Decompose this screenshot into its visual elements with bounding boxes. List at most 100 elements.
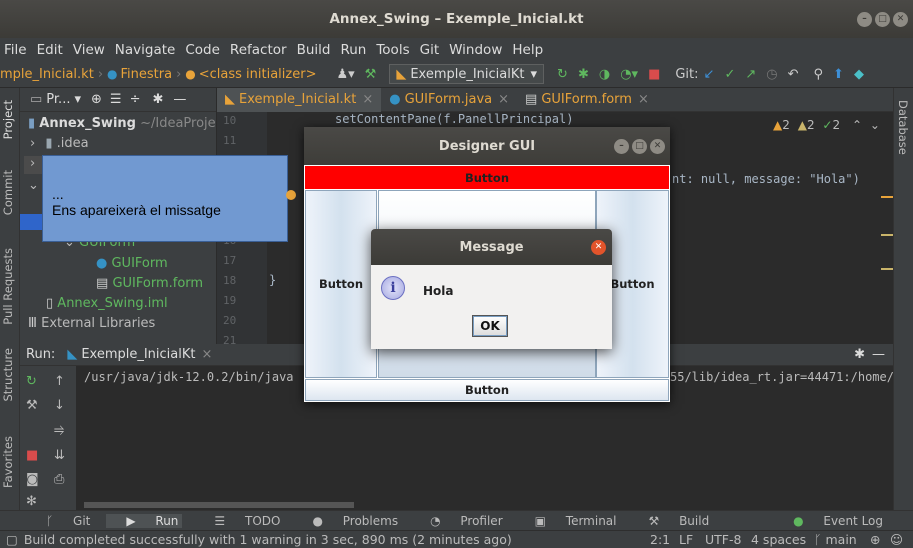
tab-profiler[interactable]: ◔ Profiler bbox=[414, 514, 503, 528]
git-push-icon[interactable]: ↗ bbox=[745, 67, 756, 82]
breadcrumb-file[interactable]: mple_Inicial.kt bbox=[0, 67, 94, 82]
print-icon[interactable]: ⎙ bbox=[54, 472, 64, 487]
tree-item-collapsed[interactable]: › bbox=[24, 156, 44, 174]
close-icon[interactable]: × bbox=[498, 92, 509, 107]
tab-terminal[interactable]: ▣ Terminal bbox=[519, 514, 617, 528]
close-icon[interactable]: × bbox=[362, 92, 373, 107]
menu-tools[interactable]: Tools bbox=[376, 42, 409, 58]
menu-build[interactable]: Build bbox=[297, 42, 331, 58]
close-icon[interactable]: ✕ bbox=[893, 12, 908, 27]
stop-icon[interactable]: ■ bbox=[648, 67, 660, 82]
history-icon[interactable]: ◷ bbox=[766, 67, 777, 82]
indent-setting[interactable]: 4 spaces bbox=[751, 532, 806, 547]
menu-help[interactable]: Help bbox=[512, 42, 543, 58]
event-log-button[interactable]: ● Event Log bbox=[777, 514, 883, 528]
chevron-up-icon[interactable]: ⌃ bbox=[852, 118, 862, 132]
inspection-widget[interactable]: ▲2 ▲2 ✓2 ⌃ ⌄ bbox=[773, 118, 880, 132]
coverage-icon[interactable]: ◑ bbox=[599, 67, 610, 82]
file-encoding[interactable]: UTF-8 bbox=[705, 532, 741, 547]
code-line[interactable]: setContentPane(f.PanellPrincipal) bbox=[335, 112, 573, 126]
breadcrumb-class[interactable]: Finestra bbox=[121, 67, 173, 82]
menu-code[interactable]: Code bbox=[185, 42, 220, 58]
tree-item-gui-class[interactable]: ● GUIForm bbox=[96, 256, 168, 271]
soft-wrap-icon[interactable]: ⥤ bbox=[54, 422, 64, 437]
tree-item-iml[interactable]: ▯ Annex_Swing.iml bbox=[46, 296, 168, 311]
hammer-icon[interactable]: ⚒ bbox=[365, 67, 377, 82]
rollback-icon[interactable]: ↶ bbox=[788, 67, 799, 82]
run-config-selector[interactable]: ◣ Exemple_InicialKt ▾ bbox=[389, 64, 545, 84]
gear-icon[interactable]: ✱ bbox=[854, 347, 865, 362]
profile-icon[interactable]: ◔▾ bbox=[620, 67, 638, 82]
chevron-down-icon[interactable]: ⌄ bbox=[870, 118, 880, 132]
horizontal-scrollbar[interactable] bbox=[84, 502, 354, 508]
top-button[interactable]: Button bbox=[305, 166, 669, 189]
scroll-to-end-icon[interactable]: ⇊ bbox=[54, 448, 65, 463]
close-icon[interactable]: ✕ bbox=[591, 240, 606, 255]
tab-todo[interactable]: ☰ TODO bbox=[198, 514, 280, 528]
rerun-icon[interactable]: ↻ bbox=[557, 67, 568, 82]
menu-run[interactable]: Run bbox=[340, 42, 366, 58]
hide-icon[interactable]: — bbox=[872, 347, 885, 362]
user-icon[interactable]: ♟▾ bbox=[336, 67, 354, 82]
close-icon[interactable]: × bbox=[202, 347, 213, 362]
tab-run[interactable]: ▶ Run bbox=[106, 513, 183, 528]
maximize-icon[interactable]: □ bbox=[875, 12, 890, 27]
tree-item-expanded[interactable]: ⌄ bbox=[28, 178, 39, 193]
project-view-selector[interactable]: Pr... bbox=[46, 92, 70, 107]
expand-all-icon[interactable]: ☰ bbox=[110, 92, 122, 107]
bulb-icon[interactable] bbox=[286, 190, 296, 200]
selected-row[interactable] bbox=[20, 214, 42, 230]
database-tool-tab[interactable]: Database bbox=[896, 100, 910, 155]
maximize-icon[interactable]: □ bbox=[632, 139, 647, 154]
status-message[interactable]: Build completed successfully with 1 warn… bbox=[24, 532, 512, 547]
status-icon[interactable]: ▢ bbox=[6, 532, 18, 547]
search-icon[interactable]: ⚲ bbox=[814, 67, 824, 82]
arrow-down-icon[interactable]: ↓ bbox=[54, 398, 65, 413]
update-icon[interactable]: ⬆ bbox=[833, 67, 844, 82]
tab-exemple-inicial[interactable]: ◣ Exemple_Inicial.kt × bbox=[217, 87, 382, 112]
chevron-down-icon[interactable]: ▾ bbox=[74, 92, 81, 107]
tab-guiform-java[interactable]: ● GUIForm.java × bbox=[381, 88, 517, 112]
caret-position[interactable]: 2:1 bbox=[650, 532, 670, 547]
tab-git[interactable]: ᚴ Git bbox=[30, 514, 90, 528]
stop-icon[interactable]: ■ bbox=[26, 448, 38, 463]
lock-icon[interactable]: ⊕ bbox=[870, 532, 880, 547]
run-tab[interactable]: Exemple_InicialKt bbox=[81, 347, 195, 362]
close-icon[interactable]: × bbox=[638, 92, 649, 107]
debug-icon[interactable]: ✱ bbox=[578, 67, 589, 82]
line-separator[interactable]: LF bbox=[679, 532, 693, 547]
menu-file[interactable]: File bbox=[4, 42, 27, 58]
minimize-icon[interactable]: – bbox=[857, 12, 872, 27]
ok-button[interactable]: OK bbox=[472, 315, 508, 337]
gear-icon[interactable]: ✱ bbox=[152, 92, 163, 107]
menu-view[interactable]: View bbox=[73, 42, 105, 58]
breadcrumb-initializer[interactable]: <class initializer> bbox=[199, 67, 317, 82]
dump-icon[interactable]: ✻ bbox=[26, 494, 37, 509]
tab-problems[interactable]: ● Problems bbox=[296, 514, 398, 528]
arrow-up-icon[interactable]: ↑ bbox=[54, 374, 65, 389]
close-icon[interactable]: ✕ bbox=[650, 139, 665, 154]
pull-requests-tool-tab[interactable]: Pull Requests bbox=[1, 248, 15, 325]
hide-icon[interactable]: — bbox=[173, 92, 186, 107]
wrench-icon[interactable]: ⚒ bbox=[26, 398, 38, 413]
menu-window[interactable]: Window bbox=[449, 42, 502, 58]
inspector-icon[interactable]: ☺ bbox=[890, 532, 903, 547]
structure-tool-tab[interactable]: Structure bbox=[1, 348, 15, 402]
menu-navigate[interactable]: Navigate bbox=[115, 42, 176, 58]
camera-icon[interactable]: ◙ bbox=[26, 472, 39, 487]
commit-tool-tab[interactable]: Commit bbox=[1, 170, 15, 215]
tab-guiform-form[interactable]: ▤ GUIForm.form × bbox=[517, 88, 657, 112]
rerun-icon[interactable]: ↻ bbox=[26, 374, 37, 389]
tree-item-root[interactable]: ▮ Annex_Swing ~/IdeaProje bbox=[28, 116, 216, 131]
tree-item-external-libraries[interactable]: Ⅲ External Libraries bbox=[28, 316, 155, 331]
tree-item-gui-form[interactable]: ▤ GUIForm.form bbox=[96, 276, 203, 291]
locate-icon[interactable]: ⊕ bbox=[91, 92, 102, 107]
bottom-button[interactable]: Button bbox=[305, 379, 669, 401]
menu-git[interactable]: Git bbox=[420, 42, 440, 58]
minimize-icon[interactable]: – bbox=[614, 139, 629, 154]
menu-refactor[interactable]: Refactor bbox=[230, 42, 287, 58]
collapse-all-icon[interactable]: ÷ bbox=[130, 92, 141, 107]
git-update-icon[interactable]: ↙ bbox=[704, 67, 715, 82]
git-commit-icon[interactable]: ✓ bbox=[724, 67, 735, 82]
git-branch[interactable]: ᚴ main bbox=[814, 532, 857, 547]
